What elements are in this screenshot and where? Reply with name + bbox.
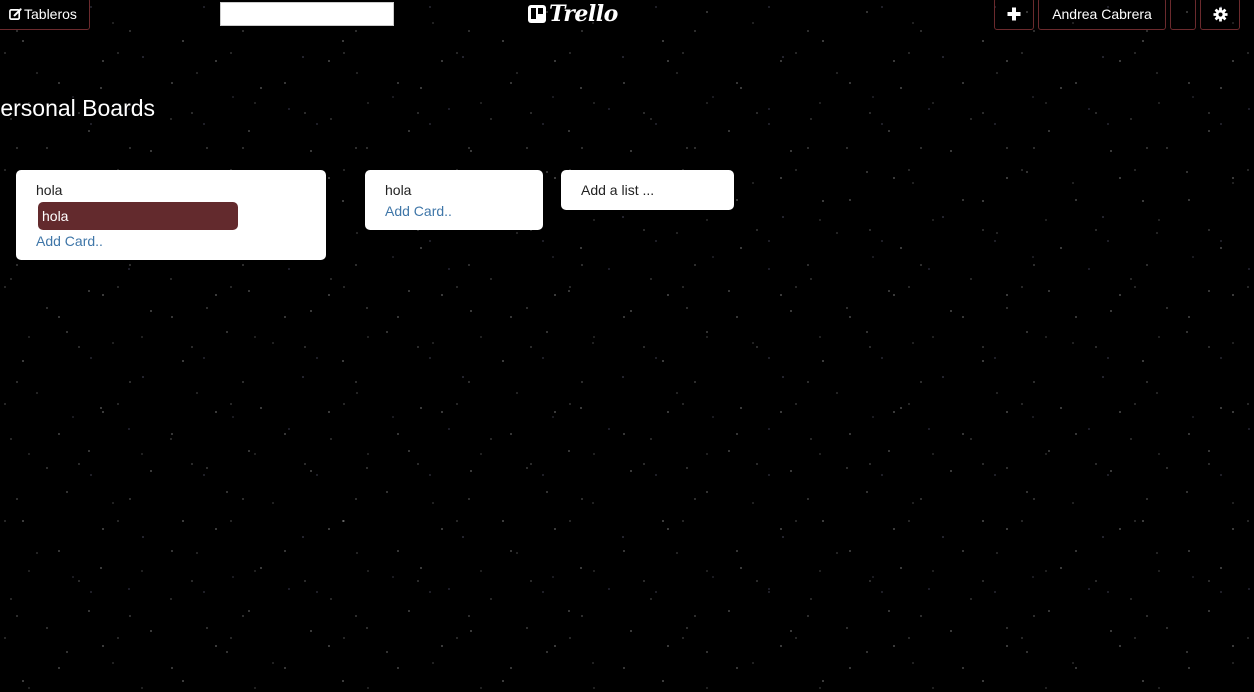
add-card-link[interactable]: Add Card.. <box>36 232 306 250</box>
logo-text: Trello <box>549 1 618 27</box>
trello-logo[interactable]: Trello <box>528 2 618 26</box>
search-input[interactable] <box>220 2 394 26</box>
user-menu-button[interactable]: Andrea Cabrera <box>1038 0 1166 30</box>
boards-button[interactable]: Tableros <box>0 0 90 30</box>
list-title[interactable]: hola <box>36 182 306 198</box>
list-column: hola hola Add Card.. <box>16 170 326 260</box>
page-title: Personal Boards <box>0 95 156 121</box>
list-title[interactable]: hola <box>385 182 523 198</box>
card-item[interactable]: hola <box>38 202 238 230</box>
user-name: Andrea Cabrera <box>1052 6 1152 22</box>
add-list-label: Add a list ... <box>581 182 655 198</box>
notifications-button[interactable] <box>1170 0 1196 30</box>
plus-icon <box>1007 7 1021 21</box>
trello-logo-icon <box>528 5 546 23</box>
add-button[interactable] <box>994 0 1034 30</box>
list-column: hola Add Card.. <box>365 170 543 230</box>
boards-button-label: Tableros <box>24 6 77 22</box>
settings-button[interactable] <box>1200 0 1240 30</box>
edit-square-icon <box>9 7 22 20</box>
add-card-link[interactable]: Add Card.. <box>385 202 523 220</box>
add-list-button[interactable]: Add a list ... <box>561 170 734 210</box>
top-navbar: Tableros Trello Andrea Cabrera <box>0 0 1254 32</box>
gear-icon <box>1212 6 1228 22</box>
